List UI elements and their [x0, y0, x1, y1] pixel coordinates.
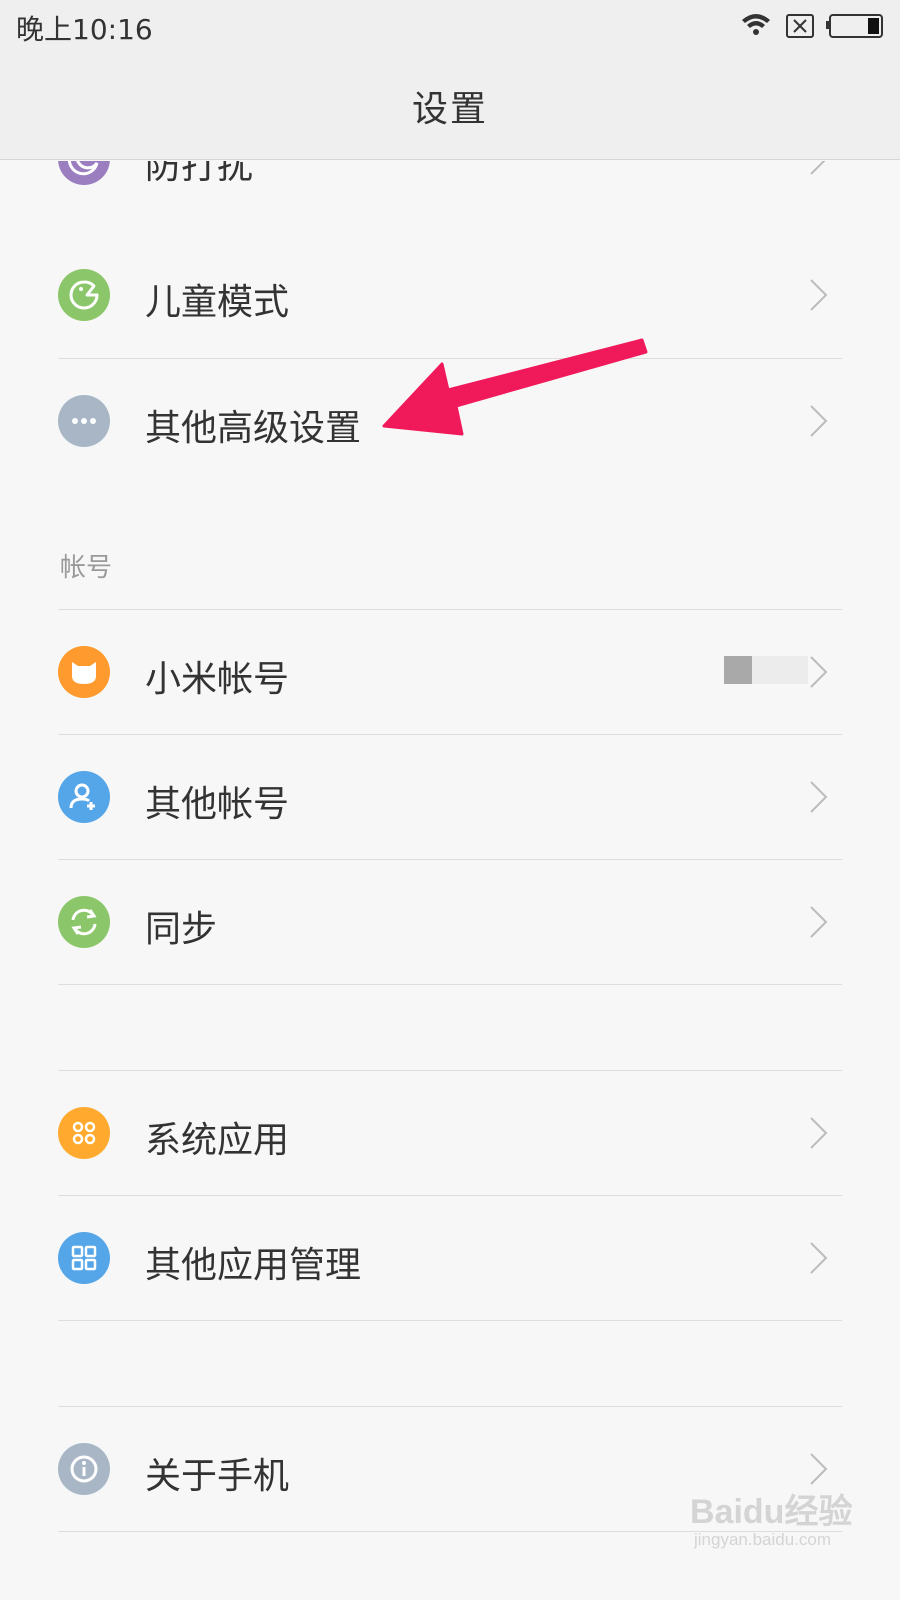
settings-item-do-not-disturb[interactable]: 防打扰 [0, 161, 900, 222]
settings-item-label: 小米帐号 [145, 659, 290, 700]
system-apps-icon [58, 1107, 110, 1159]
settings-item-mi-account[interactable]: 小米帐号 [0, 610, 900, 735]
wifi-icon [742, 14, 770, 35]
settings-item-other-accounts[interactable]: 其他帐号 [0, 735, 900, 860]
watermark-text: Baidu经验 [690, 1493, 853, 1531]
info-icon [58, 1443, 110, 1495]
kid-mode-icon [58, 269, 110, 321]
settings-item-system-apps[interactable]: 系统应用 [0, 1071, 900, 1196]
chevron-right-icon [808, 1115, 830, 1151]
status-time: 晚上10:16 [16, 13, 153, 46]
settings-item-label: 系统应用 [145, 1120, 290, 1161]
sync-icon [58, 896, 110, 948]
page-title: 设置 [411, 89, 488, 130]
section-header-accounts: 帐号 [60, 553, 113, 583]
status-icons-svg [742, 14, 883, 38]
chevron-right-icon [808, 779, 830, 815]
settings-item-label: 防打扰 [145, 161, 254, 187]
battery-icon [826, 14, 883, 38]
chevron-right-icon [808, 1240, 830, 1276]
app-grid-icon [58, 1232, 110, 1284]
settings-item-label: 其他高级设置 [145, 408, 362, 449]
moon-icon [58, 161, 110, 185]
settings-item-label: 同步 [145, 909, 218, 950]
mi-bunny-icon [58, 646, 110, 698]
settings-item-app-management[interactable]: 其他应用管理 [0, 1196, 900, 1321]
watermark-url: jingyan.baidu.com [694, 1530, 832, 1549]
status-bar: 晚上10:16 [0, 0, 900, 52]
account-id-redacted [724, 656, 808, 684]
add-user-icon [58, 771, 110, 823]
settings-item-label: 儿童模式 [145, 282, 290, 323]
chevron-right-icon [808, 403, 830, 439]
title-bar: 设置 [0, 52, 900, 160]
settings-item-sync[interactable]: 同步 [0, 860, 900, 985]
chevron-right-icon [808, 654, 830, 690]
divider [58, 1320, 842, 1321]
chevron-right-icon [808, 277, 830, 313]
settings-item-label: 关于手机 [145, 1456, 290, 1497]
settings-item-label: 其他应用管理 [145, 1245, 362, 1286]
status-icons [738, 10, 888, 40]
no-sim-icon [786, 14, 814, 38]
annotation-arrow [382, 338, 648, 436]
chevron-right-icon [808, 161, 830, 177]
divider [58, 984, 842, 985]
settings-item-label: 其他帐号 [145, 784, 290, 825]
chevron-right-icon [808, 904, 830, 940]
baidu-watermark-logo: Baidu经验 jingyan.baidu.com [690, 1482, 860, 1562]
more-dots-icon [58, 395, 110, 447]
